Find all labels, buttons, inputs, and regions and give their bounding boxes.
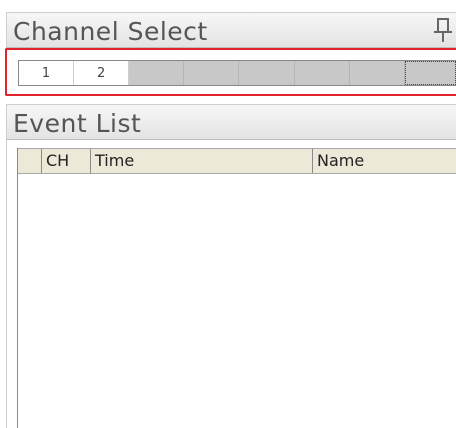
pin-icon[interactable] xyxy=(432,17,454,43)
column-header-time[interactable]: Time xyxy=(91,149,313,173)
event-list-header: Event List xyxy=(6,104,456,140)
channel-button-8[interactable] xyxy=(404,61,456,85)
event-list-header-row: CH Time Name xyxy=(18,148,456,174)
channel-select-header: Channel Select xyxy=(6,12,456,48)
channel-select-title: Channel Select xyxy=(13,17,208,46)
panel-left-border xyxy=(6,140,7,428)
channel-button-2[interactable]: 2 xyxy=(74,61,130,85)
channel-button-5[interactable] xyxy=(239,61,295,85)
channel-button-4[interactable] xyxy=(184,61,240,85)
channel-selector[interactable]: 1 2 xyxy=(18,60,456,86)
column-header-ch[interactable]: CH xyxy=(42,149,91,173)
channel-button-6[interactable] xyxy=(295,61,350,85)
event-list-title: Event List xyxy=(13,109,142,138)
channel-button-1[interactable]: 1 xyxy=(19,61,75,85)
channel-button-3[interactable] xyxy=(129,61,185,85)
event-list-table[interactable]: CH Time Name xyxy=(17,148,456,428)
column-header-select[interactable] xyxy=(18,149,42,173)
channel-button-7[interactable] xyxy=(350,61,405,85)
column-header-name[interactable]: Name xyxy=(313,149,456,173)
